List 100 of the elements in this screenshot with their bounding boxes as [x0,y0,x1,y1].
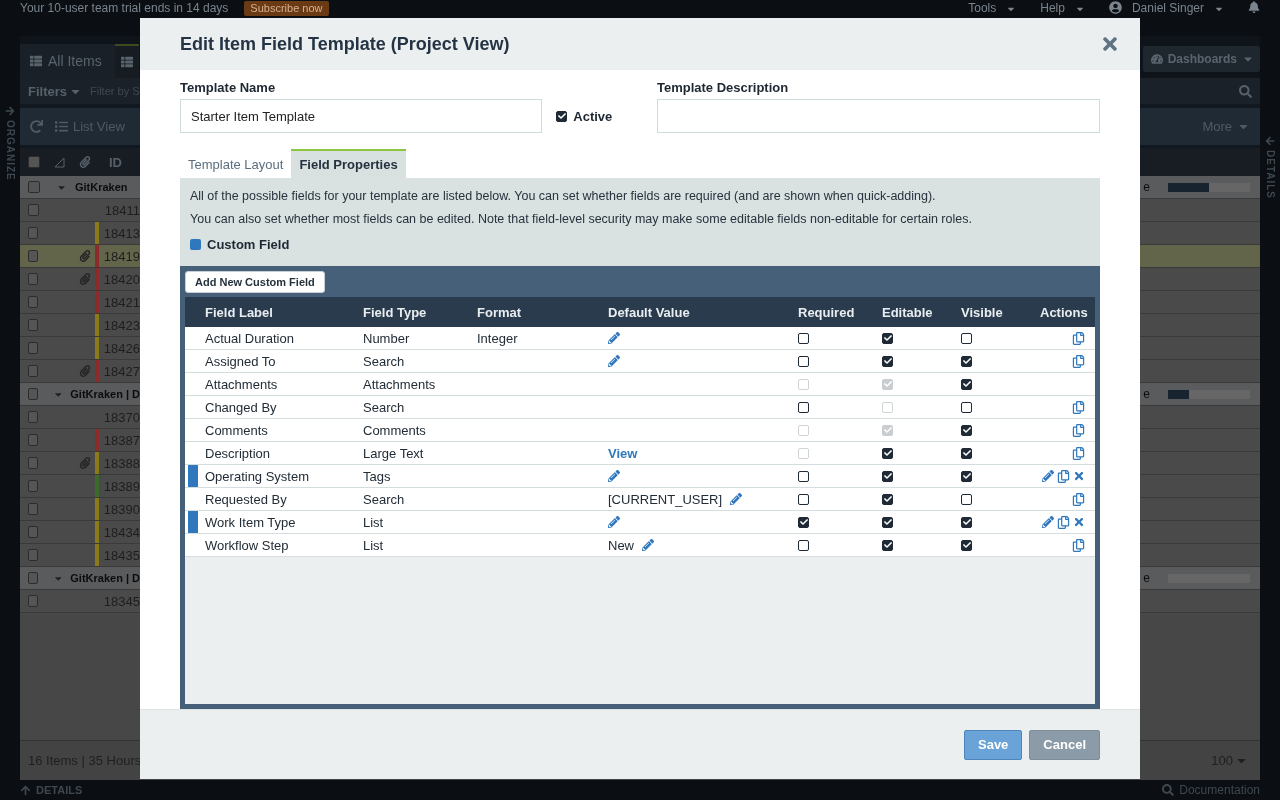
view-tab[interactable]: All Items [20,44,115,78]
copy-icon[interactable] [1072,492,1085,506]
column-header[interactable]: Editable [882,304,961,320]
checkbox[interactable] [28,526,39,538]
column-header[interactable]: ID [109,154,122,170]
checkbox[interactable] [556,110,568,122]
checkbox[interactable] [28,296,39,308]
default-value: New [608,537,634,553]
checkbox[interactable] [798,470,809,482]
save-button[interactable]: Save [964,729,1023,760]
checkbox[interactable] [961,424,972,436]
table-cell-text: List [363,514,385,530]
pencil-icon[interactable] [1042,516,1054,528]
copy-icon[interactable] [1072,423,1085,437]
copy-icon[interactable] [1072,446,1085,460]
template-name-field[interactable]: Starter Item Template [180,99,543,133]
checkbox[interactable] [28,457,39,469]
copy-icon[interactable] [1072,331,1085,345]
bell-icon[interactable] [1248,1,1260,13]
user-menu[interactable]: Daniel Singer [1131,1,1204,15]
view-link[interactable]: View [608,445,638,461]
checkbox[interactable] [961,470,972,482]
checkbox[interactable] [28,549,39,561]
checkbox[interactable] [798,516,809,528]
checkbox[interactable] [882,355,893,367]
checkbox[interactable] [28,342,39,354]
checkbox[interactable] [28,273,39,285]
checkbox[interactable] [798,401,809,413]
group-label: e [1143,387,1150,401]
column-header[interactable]: Required [798,304,882,320]
pencil-icon[interactable] [608,355,620,367]
checkbox[interactable] [28,434,39,446]
avatar-icon[interactable] [1108,1,1122,14]
pencil-icon[interactable] [642,539,654,551]
checkbox[interactable] [28,181,40,193]
filters-button[interactable]: Filters [28,83,82,99]
delete-icon[interactable] [1073,516,1085,528]
pencil-icon[interactable] [608,516,620,528]
column-header[interactable]: Field Label [205,304,363,320]
checkbox[interactable] [798,332,809,344]
checkbox[interactable] [798,355,809,367]
checkbox[interactable] [961,516,972,528]
checkbox[interactable] [882,493,893,505]
tab[interactable]: Template Layout [180,149,292,178]
menu-item[interactable]: Help [1040,1,1065,15]
checkbox[interactable] [28,411,39,423]
checkbox[interactable] [28,480,39,492]
search-icon[interactable] [1239,84,1252,98]
close-icon[interactable] [1100,34,1120,54]
checkbox[interactable] [961,539,972,551]
copy-icon[interactable] [1072,400,1085,414]
checkbox[interactable] [882,539,893,551]
checkbox[interactable] [28,365,39,377]
pencil-icon[interactable] [1042,470,1054,482]
checkbox[interactable] [28,388,38,400]
copy-icon[interactable] [1057,515,1070,529]
checkbox[interactable] [28,204,39,216]
checkbox[interactable] [798,539,809,551]
pencil-icon[interactable] [608,470,620,482]
copy-icon[interactable] [1057,469,1070,483]
column-header[interactable]: Format [477,304,608,320]
table-cell-text: List [363,537,385,553]
checkbox[interactable] [961,332,972,344]
template-description-field[interactable] [656,99,1100,133]
checkbox[interactable] [28,250,39,262]
checkbox[interactable] [882,516,893,528]
checkbox[interactable] [961,447,972,459]
checkbox[interactable] [882,332,893,344]
tab[interactable]: Field Properties [291,149,406,178]
delete-icon[interactable] [1073,470,1085,482]
pencil-icon[interactable] [608,332,620,344]
checkbox[interactable] [28,319,39,331]
checkbox[interactable] [882,470,893,482]
group-label: e [1143,571,1150,585]
checkbox[interactable] [961,493,972,505]
cancel-button[interactable]: Cancel [1029,729,1100,760]
checkbox[interactable] [28,227,39,239]
subscribe-button[interactable]: Subscribe now [244,1,329,16]
checkbox[interactable] [961,401,972,413]
add-custom-field-button[interactable]: Add New Custom Field [185,271,325,293]
menu-item[interactable]: Tools [968,1,997,15]
checkbox[interactable] [28,156,40,168]
table-cell-text: Comments [205,422,269,438]
checkbox[interactable] [28,572,38,584]
column-header[interactable]: Visible [961,304,1040,320]
pencil-icon[interactable] [730,493,743,505]
checkbox[interactable] [961,355,972,367]
copy-icon[interactable] [1072,354,1085,368]
checkbox[interactable] [28,595,39,607]
checkbox[interactable] [28,503,39,515]
column-header[interactable]: Default Value [608,304,798,320]
copy-icon[interactable] [1072,538,1085,552]
list-icon[interactable] [115,44,139,78]
checkbox[interactable] [798,493,809,505]
dashboards-button[interactable]: Dashboards [1142,46,1260,72]
checkbox[interactable] [961,378,972,390]
column-header[interactable]: Field Type [363,304,477,320]
column-header[interactable]: Actions [1040,304,1098,320]
checkbox[interactable] [882,447,893,459]
list-icon [30,55,42,67]
